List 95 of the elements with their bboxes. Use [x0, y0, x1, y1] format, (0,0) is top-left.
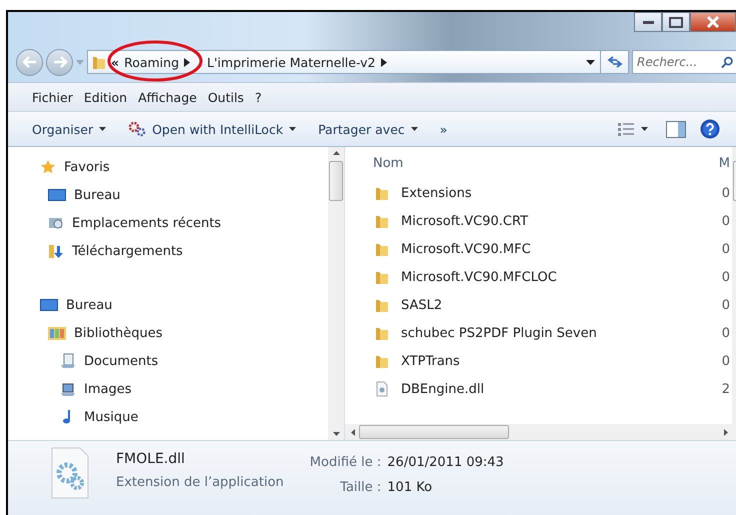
- back-arrow-icon: [22, 56, 38, 68]
- file-name[interactable]: Microsoft.VC90.MFCLOC: [401, 270, 557, 284]
- file-name[interactable]: schubec PS2PDF Plugin Seven: [401, 326, 597, 340]
- document-icon: [60, 353, 76, 369]
- folder-icon: [375, 241, 389, 257]
- date-cell-text: 0: [722, 354, 731, 368]
- caret-icon: [99, 127, 106, 131]
- modified-date: 26/01/2011 09:43: [387, 455, 504, 470]
- refresh-arrows-icon: [606, 56, 622, 68]
- caret-icon: [410, 127, 418, 131]
- menu-item[interactable]: Fichier: [32, 90, 73, 104]
- dropdown-caret-icon[interactable]: [586, 60, 595, 64]
- date-cell-text: 0: [722, 298, 731, 312]
- modified-label: Modifié le :: [310, 455, 382, 470]
- recent-places-icon: [48, 215, 64, 231]
- file-name[interactable]: Microsoft.VC90.CRT: [401, 214, 528, 228]
- scroll-right-icon[interactable]: [724, 428, 728, 436]
- folder-icon: [375, 297, 389, 313]
- details-view-icon: [617, 122, 635, 136]
- folder-icon: [375, 185, 389, 201]
- file-size: 101 Ko: [387, 480, 434, 495]
- back-button[interactable]: [16, 48, 43, 76]
- desktop-icon: [40, 298, 58, 312]
- size-label: Taille :: [339, 480, 382, 495]
- breadcrumb[interactable]: L'imprimerie Maternelle-v2: [207, 54, 376, 70]
- library-icon: [48, 325, 66, 341]
- folder-icon: [92, 54, 106, 70]
- file-type: Extension de l’application: [116, 475, 284, 490]
- gears-icon: [128, 121, 146, 137]
- minimize-button[interactable]: [634, 12, 662, 32]
- date-cell-text: 0: [722, 270, 731, 284]
- scroll-down-icon[interactable]: [332, 432, 340, 436]
- scrollbar[interactable]: [328, 147, 344, 440]
- date-cell-text: 0: [722, 242, 731, 256]
- nav-item[interactable]: Bureau: [8, 181, 328, 209]
- preview-pane-icon[interactable]: [666, 120, 686, 138]
- caret-icon: [289, 127, 296, 131]
- toolbar-button[interactable]: Open with IntelliLock: [124, 119, 300, 139]
- date-cell-text: 0: [722, 214, 731, 228]
- more-button[interactable]: »: [436, 120, 452, 138]
- menu-item[interactable]: ?: [254, 90, 262, 104]
- toolbar-button[interactable]: Organiser: [28, 120, 110, 138]
- maximize-button[interactable]: [662, 12, 690, 32]
- search-icon[interactable]: [721, 56, 733, 68]
- help-icon[interactable]: [700, 119, 720, 139]
- horizontal-scrollbar[interactable]: [345, 424, 736, 440]
- toolbar-button[interactable]: Partager avec: [314, 120, 422, 138]
- breadcrumb[interactable]: Roaming: [124, 54, 180, 70]
- file-name[interactable]: DBEngine.dll: [401, 382, 484, 396]
- folder-icon: [375, 325, 389, 341]
- file-name[interactable]: SASL2: [401, 298, 442, 312]
- breadcrumb-arrow-icon[interactable]: [184, 58, 190, 66]
- scroll-thumb[interactable]: [359, 425, 509, 439]
- date-cell-text: 2: [722, 382, 731, 396]
- file-name[interactable]: Extensions: [401, 186, 472, 200]
- nav-item[interactable]: Favoris: [8, 153, 328, 181]
- breadcrumb-arrow-icon[interactable]: [380, 58, 387, 66]
- nav-item[interactable]: Bibliothèques: [8, 319, 328, 347]
- close-button[interactable]: [690, 12, 736, 32]
- nav-item[interactable]: Images: [8, 375, 328, 403]
- search-input[interactable]: Recherc...: [633, 55, 721, 69]
- date-cell-text: 0: [722, 326, 731, 340]
- address-bar[interactable]: « Roaming L'imprimerie Maternelle-v2: [87, 50, 629, 74]
- desktop-icon: [48, 188, 66, 202]
- nav-item[interactable]: Emplacements récents: [8, 209, 328, 237]
- menu-item[interactable]: Affichage: [138, 90, 197, 104]
- file-name[interactable]: XTPTrans: [401, 354, 460, 368]
- scroll-thumb[interactable]: [329, 161, 343, 201]
- caret-icon: [641, 127, 648, 131]
- overflow-chevron[interactable]: «: [111, 54, 120, 70]
- folder-icon: [375, 269, 389, 285]
- nav-item[interactable]: Musique: [8, 403, 328, 431]
- menu-item[interactable]: Edition: [84, 90, 128, 104]
- scroll-up-icon[interactable]: [332, 151, 340, 155]
- file-icon: [375, 381, 389, 397]
- column-header[interactable]: Nom: [361, 156, 719, 170]
- date-cell-text: 0: [722, 186, 731, 200]
- column-header[interactable]: M: [718, 156, 732, 170]
- nav-item[interactable]: Documents: [8, 347, 328, 375]
- nav-item[interactable]: Bureau: [8, 291, 328, 319]
- forward-button[interactable]: [46, 48, 73, 76]
- folder-icon: [375, 213, 389, 229]
- nav-item[interactable]: Téléchargements: [8, 237, 328, 265]
- picture-icon: [60, 381, 76, 397]
- star-icon: [40, 159, 56, 175]
- file-name[interactable]: Microsoft.VC90.MFC: [401, 242, 531, 256]
- menu-item[interactable]: Outils: [208, 90, 244, 104]
- search-field[interactable]: Recherc...: [632, 50, 736, 74]
- folder-icon: [375, 353, 389, 369]
- download-folder-icon: [48, 243, 64, 259]
- gear-file-icon: [50, 447, 90, 499]
- forward-arrow-icon: [52, 56, 68, 68]
- scroll-left-icon[interactable]: [351, 428, 355, 436]
- file-name: FMOLE.dll: [116, 451, 186, 467]
- close-icon: [706, 16, 720, 28]
